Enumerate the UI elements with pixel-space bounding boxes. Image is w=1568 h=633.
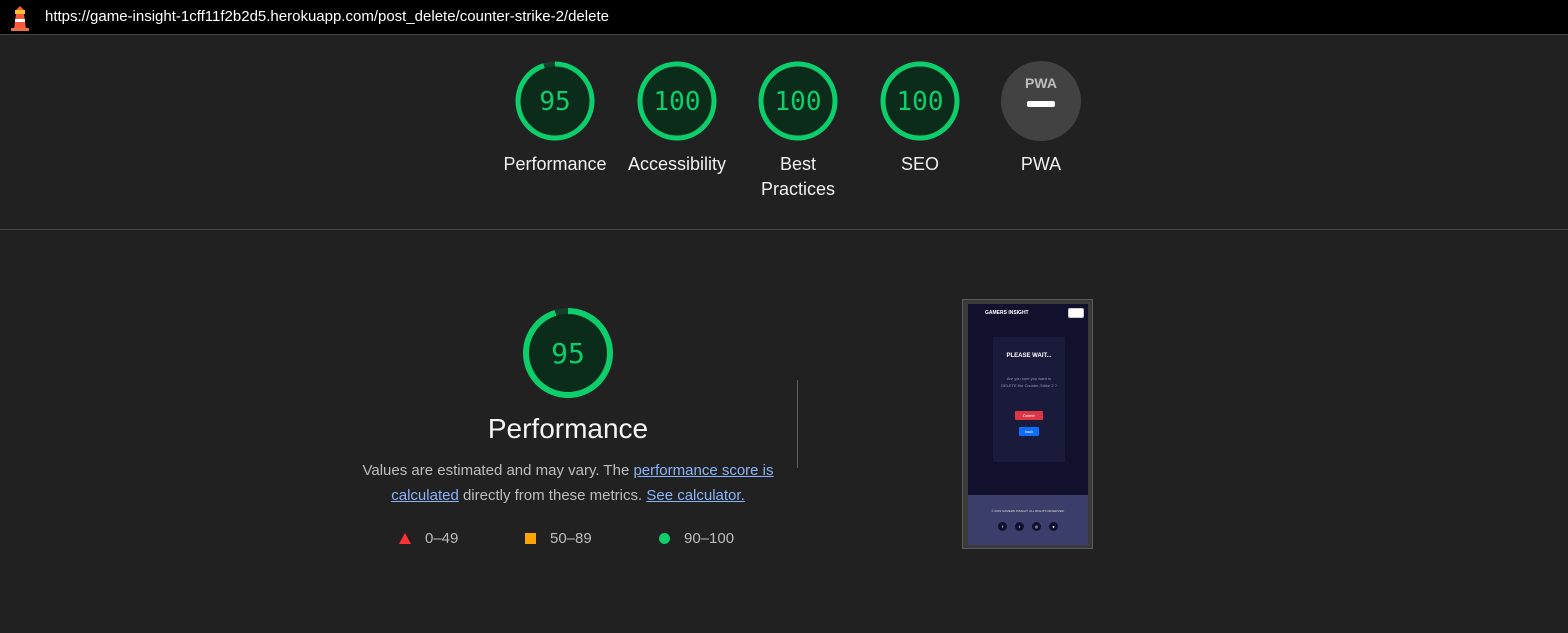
legend-range: 50–89 <box>550 530 592 547</box>
screenshot-card: PLEASE WAIT... Are you sure you want to … <box>993 337 1065 462</box>
legend-fail: 0–49 <box>399 530 458 547</box>
url-bar: https://game-insight-1cff11f2b2d5.heroku… <box>0 0 1568 35</box>
score-ring: 100 <box>758 61 838 141</box>
triangle-icon <box>399 533 411 544</box>
score-value: 100 <box>897 87 944 117</box>
legend-range: 0–49 <box>425 530 459 547</box>
gauge-label: Best Practices <box>760 154 836 199</box>
page-url[interactable]: https://game-insight-1cff11f2b2d5.heroku… <box>45 8 609 25</box>
desc-text-2: directly from these metrics. <box>458 487 647 504</box>
screenshot-back-button: back <box>1019 427 1039 436</box>
score-value: 100 <box>654 87 701 117</box>
gauge-label: Accessibility <box>627 154 727 174</box>
pwa-badge-icon: PWA <box>1001 61 1081 141</box>
score-ring: 100 <box>880 61 960 141</box>
calculator-link[interactable]: See calculator. <box>646 487 744 504</box>
lighthouse-icon <box>11 6 29 31</box>
facebook-icon: f <box>998 522 1007 531</box>
screenshot-navbar: GAMERS INSIGHT <box>968 304 1088 322</box>
performance-section: 95 Performance Values are estimated and … <box>0 230 1568 633</box>
score-ring: 100 <box>637 61 717 141</box>
category-gauges: 95 Performance 100 Accessibility 100 Bes… <box>0 36 1568 230</box>
performance-title: Performance <box>487 413 649 444</box>
github-icon: ● <box>1049 522 1058 531</box>
phone-screenshot: GAMERS INSIGHT PLEASE WAIT... Are you su… <box>968 304 1088 545</box>
section-divider <box>797 380 798 468</box>
circle-icon <box>659 533 670 544</box>
screenshot-delete-button: Delete <box>1015 411 1043 420</box>
gauge-label: Performance <box>503 154 607 174</box>
screenshot-social-icons: f t ◎ ● <box>998 522 1058 531</box>
performance-score: 95 <box>551 337 585 370</box>
page-screenshot-thumbnail[interactable]: GAMERS INSIGHT PLEASE WAIT... Are you su… <box>962 299 1093 549</box>
hamburger-menu-icon <box>1068 308 1084 318</box>
gauge-best-practices[interactable]: 100 Best Practices <box>737 60 859 202</box>
pwa-badge-text: PWA <box>1025 75 1057 91</box>
performance-score-ring: 95 <box>523 308 613 398</box>
gauge-seo[interactable]: 100 SEO <box>859 60 981 177</box>
screenshot-heading: PLEASE WAIT... <box>1006 353 1052 359</box>
square-icon <box>525 533 536 544</box>
gauge-performance[interactable]: 95 Performance <box>494 60 616 177</box>
screenshot-footer: © 2023 GAMERS INSIGHT. ALL RIGHTS RESERV… <box>968 495 1088 545</box>
screenshot-copyright: © 2023 GAMERS INSIGHT. ALL RIGHTS RESERV… <box>991 509 1065 513</box>
gauge-accessibility[interactable]: 100 Accessibility <box>616 60 738 177</box>
score-value: 100 <box>775 87 822 117</box>
gauge-label: SEO <box>900 154 939 174</box>
twitter-icon: t <box>1015 522 1024 531</box>
gauge-pwa[interactable]: PWA PWA <box>980 60 1102 177</box>
screenshot-brand: GAMERS INSIGHT <box>985 310 1029 316</box>
legend-pass: 90–100 <box>659 530 734 547</box>
score-ring: 95 <box>515 61 595 141</box>
screenshot-text: Are you sure you want to DELETE the Coun… <box>1001 376 1057 388</box>
desc-text: Values are estimated and may vary. The <box>362 462 634 479</box>
instagram-icon: ◎ <box>1032 522 1041 531</box>
legend-average: 50–89 <box>525 530 592 547</box>
legend-range: 90–100 <box>684 530 735 547</box>
score-value: 95 <box>539 87 570 117</box>
gauge-label: PWA <box>1020 154 1062 174</box>
performance-description: Values are estimated and may vary. The p… <box>360 458 776 508</box>
